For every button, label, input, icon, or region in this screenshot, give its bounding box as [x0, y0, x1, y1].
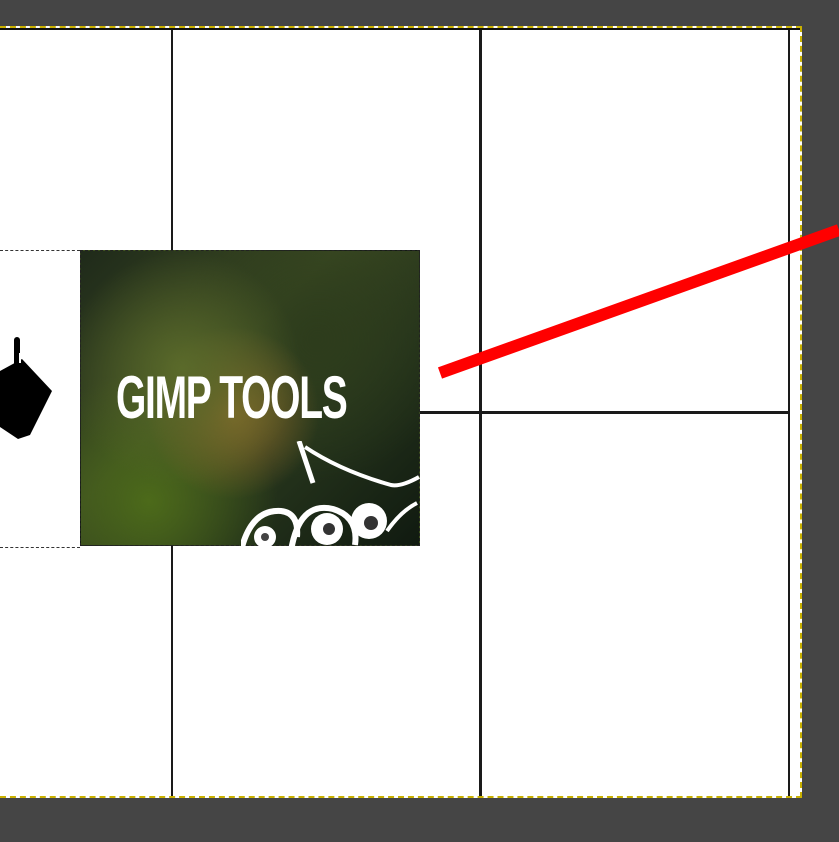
- annotation-red-line: [437, 224, 839, 379]
- image-workspace[interactable]: GIMP TOOLS: [0, 0, 839, 842]
